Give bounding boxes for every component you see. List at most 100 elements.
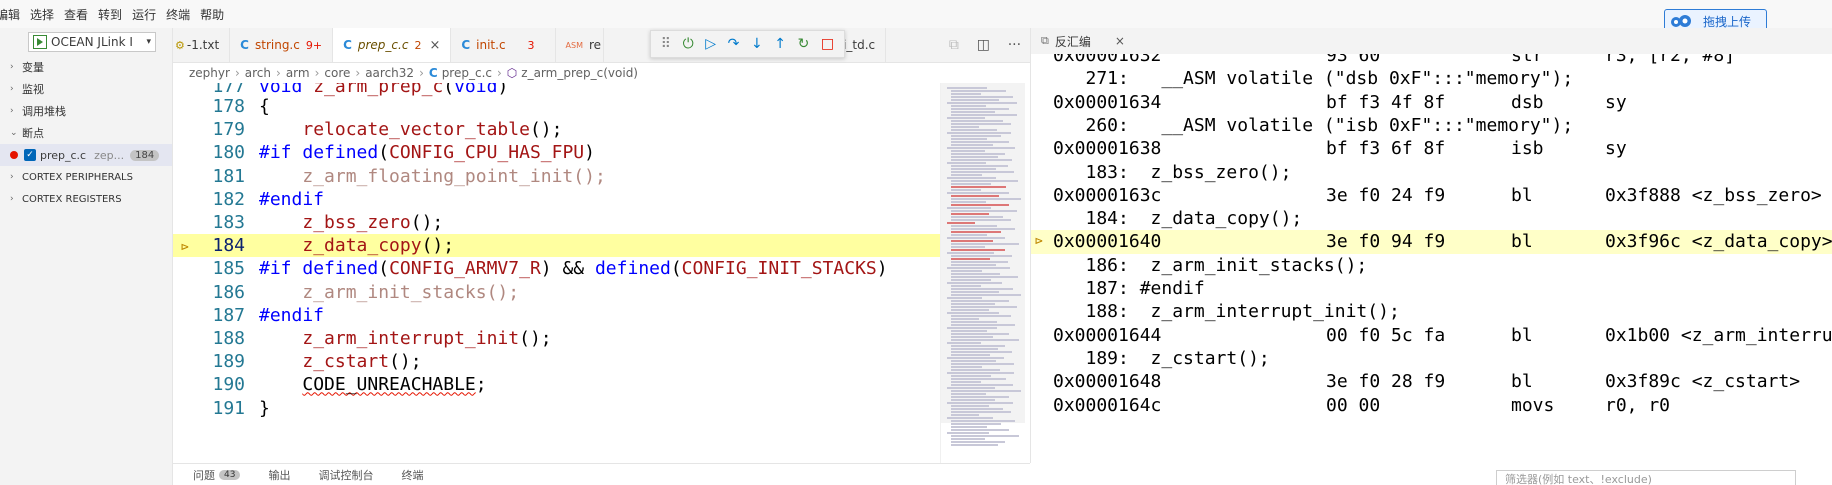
section-cortex-registers[interactable]: › CORTEX REGISTERS: [0, 188, 172, 210]
line-number[interactable]: 187: [193, 304, 245, 327]
drag-handle-icon[interactable]: ⠿: [661, 36, 671, 52]
start-debug-icon[interactable]: [33, 35, 47, 49]
disassembly-tab[interactable]: ⧉ 反汇编 ×: [1030, 28, 1832, 54]
section-watch[interactable]: › 监视: [0, 78, 172, 100]
restart-icon[interactable]: ↻: [798, 36, 810, 52]
line-number[interactable]: 179: [193, 118, 245, 141]
instruction-operands: r0, r0: [1605, 394, 1671, 416]
section-label: 断点: [22, 127, 44, 140]
section-breakpoints[interactable]: ⌄ 断点: [0, 122, 172, 144]
instruction-address: 0x00001648: [1053, 371, 1162, 393]
line-number[interactable]: 188: [193, 327, 245, 350]
split-editor-icon[interactable]: ◫: [977, 37, 990, 53]
breadcrumb-item[interactable]: arm: [286, 66, 310, 80]
tab-init-c[interactable]: C init.c 3: [451, 28, 556, 62]
menu-item[interactable]: 终端: [166, 6, 196, 23]
power-icon[interactable]: ⏻: [683, 36, 694, 52]
menu-item[interactable]: 选择: [30, 6, 60, 23]
minimap-line: [951, 306, 1017, 308]
tab-label: prep_c.c: [357, 38, 409, 52]
breadcrumb-item[interactable]: aarch32: [365, 66, 414, 80]
section-cortex-peripherals[interactable]: › CORTEX PERIPHERALS: [0, 166, 172, 188]
minimap-line: [951, 90, 1006, 92]
line-number[interactable]: 184: [193, 234, 245, 257]
minimap-line: [951, 333, 1009, 335]
close-icon[interactable]: ×: [1115, 34, 1125, 48]
minimap-line: [951, 321, 997, 323]
instruction-operands: 0x3f96c <z_data_copy>: [1605, 231, 1832, 253]
breadcrumb: zephyr › arch › arm › core › aarch32 › Cprep_…: [173, 63, 1030, 83]
tab-string-c[interactable]: C string.c 9+: [230, 28, 334, 62]
tab-terminal[interactable]: 终端: [401, 467, 423, 483]
more-actions-icon[interactable]: ···: [1008, 37, 1021, 53]
line-number[interactable]: 178: [193, 95, 245, 118]
minimap-line: [951, 168, 996, 170]
breakpoint-line-badge: 184: [130, 149, 160, 161]
minimap-line: [951, 165, 1008, 167]
tab-asm[interactable]: ASM re: [556, 28, 605, 62]
minimap-line: [951, 153, 1005, 155]
step-over-icon[interactable]: ↷: [728, 36, 740, 52]
close-icon[interactable]: ×: [429, 38, 440, 53]
minimap-line: [951, 180, 1018, 182]
continue-icon[interactable]: ▷: [705, 36, 716, 52]
minimap-line: [951, 399, 995, 401]
tab-debug-console[interactable]: 调试控制台: [318, 467, 373, 483]
breadcrumb-item[interactable]: core: [324, 66, 350, 80]
tab-problems[interactable]: 问题 43: [193, 467, 241, 483]
line-number[interactable]: 180: [193, 141, 245, 164]
stop-icon[interactable]: □: [821, 36, 834, 52]
line-number[interactable]: 181: [193, 165, 245, 188]
line-number[interactable]: 191: [193, 397, 245, 420]
minimap-line: [947, 432, 989, 434]
line-number[interactable]: 186: [193, 281, 245, 304]
breadcrumb-item[interactable]: zephyr: [189, 66, 230, 80]
breadcrumb-item[interactable]: z_arm_prep_c(void): [521, 66, 638, 80]
line-number[interactable]: 183: [193, 211, 245, 234]
line-number[interactable]: 182: [193, 188, 245, 211]
instruction-operands: 0x3f89c <z_cstart>: [1605, 371, 1801, 393]
code-text: z_arm_floating_point_init();: [259, 165, 606, 187]
compare-icon[interactable]: ⧉: [949, 37, 959, 53]
code-line: 181 z_arm_floating_point_init();: [173, 165, 940, 188]
source-line-row: 186: z_arm_init_stacks();: [1031, 254, 1832, 277]
code-line: 183 z_bss_zero();: [173, 211, 940, 234]
breakpoint-item[interactable]: ✓ prep_c.c zep... 184: [0, 144, 172, 166]
line-number[interactable]: 190: [193, 373, 245, 396]
instruction-row: 0x0000163c 3e f0 24 f9 bl 0x3f888 <z_bss_ze…: [1031, 184, 1832, 207]
minimap-line: [951, 141, 1009, 143]
tab-output[interactable]: 输出: [268, 467, 290, 483]
filter-input[interactable]: 筛选器(例如 text、!exclude): [1496, 470, 1796, 485]
minimap-line: [951, 138, 987, 140]
menu-item[interactable]: 查看: [64, 6, 94, 23]
breadcrumb-separator-icon: ›: [419, 66, 424, 80]
tab-txt[interactable]: ⚙ -1.txt: [173, 28, 231, 62]
menu-item[interactable]: 转到: [98, 6, 128, 23]
tab-prep-c[interactable]: C prep_c.c 2 ×: [333, 28, 452, 62]
breadcrumb-item[interactable]: prep_c.c: [442, 66, 492, 80]
problem-count: 9+: [305, 38, 323, 52]
minimap-line: [951, 285, 981, 287]
section-variables[interactable]: › 变量: [0, 56, 172, 78]
code-text: z_arm_interrupt_init();: [302, 328, 552, 349]
step-into-icon[interactable]: ↓: [751, 36, 763, 52]
section-call-stack[interactable]: › 调用堆栈: [0, 100, 172, 122]
code-text: z_cstart();: [302, 351, 422, 373]
minimap-line: [951, 366, 982, 368]
line-number[interactable]: 189: [193, 350, 245, 373]
breakpoint-enabled-checkbox[interactable]: ✓: [24, 149, 36, 161]
menu-item[interactable]: 编辑: [0, 6, 26, 23]
minimap-line: [951, 345, 1005, 347]
breadcrumb-item[interactable]: arch: [245, 66, 271, 80]
code-text: z_data_copy();: [302, 235, 455, 257]
line-number[interactable]: 185: [193, 257, 245, 280]
disassembly-view[interactable]: 0x00001632 93 60 str r3, [r2, #8] 271: __AS…: [1030, 54, 1832, 463]
code-line: 179 relocate_vector_table();: [173, 118, 940, 141]
minimap-line: [951, 378, 1006, 380]
menu-item[interactable]: 运行: [132, 6, 162, 23]
step-out-icon[interactable]: ↑: [774, 36, 786, 52]
minimap[interactable]: [940, 83, 1025, 463]
code-editor[interactable]: 177 void z_arm_prep_c(void) 178{179 reloca…: [173, 83, 940, 463]
menu-item[interactable]: 帮助: [200, 6, 230, 23]
launch-config-select[interactable]: OCEAN JLink I ▾: [28, 32, 156, 52]
